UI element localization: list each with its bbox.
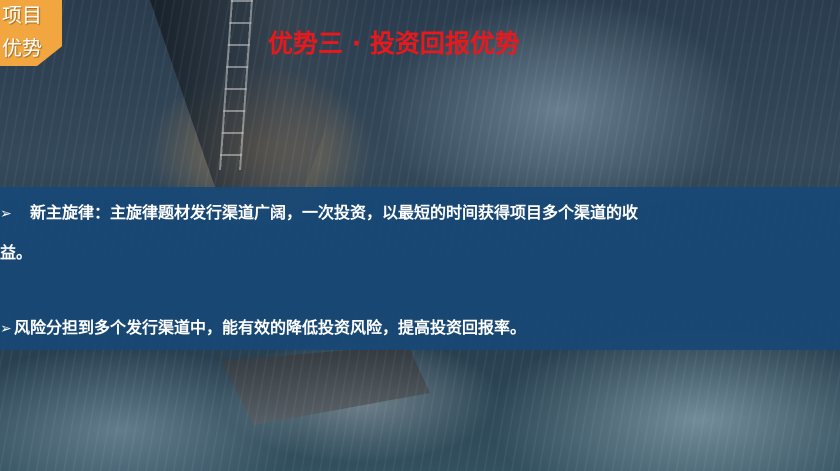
- bullet-item-1: ➢ 新主旋律：主旋律题材发行渠道广阔，一次投资，以最短的时间获得项目多个渠道的收: [0, 198, 638, 229]
- bullet-item-1-continued: 益。: [0, 238, 32, 268]
- slide-title: 优势三 · 投资回报优势: [268, 29, 520, 58]
- content-panel: ➢ 新主旋律：主旋律题材发行渠道广阔，一次投资，以最短的时间获得项目多个渠道的收 …: [0, 187, 840, 350]
- bullet-2-text: 风险分担到多个发行渠道中，能有效的降低投资风险，提高投资回报率。: [14, 318, 527, 337]
- badge-label-line2: 优势: [2, 36, 42, 60]
- bullet-item-2: ➢ 风险分担到多个发行渠道中，能有效的降低投资风险，提高投资回报率。: [0, 313, 526, 344]
- badge-label-line1: 项目: [2, 3, 42, 27]
- bullet-1-text-line2: 益。: [0, 243, 33, 262]
- arrow-bullet-icon: ➢: [0, 321, 12, 337]
- bullet-1-text-line1: 新主旋律：主旋律题材发行渠道广阔，一次投资，以最短的时间获得项目多个渠道的收: [30, 203, 639, 222]
- arrow-bullet-icon: ➢: [0, 206, 12, 222]
